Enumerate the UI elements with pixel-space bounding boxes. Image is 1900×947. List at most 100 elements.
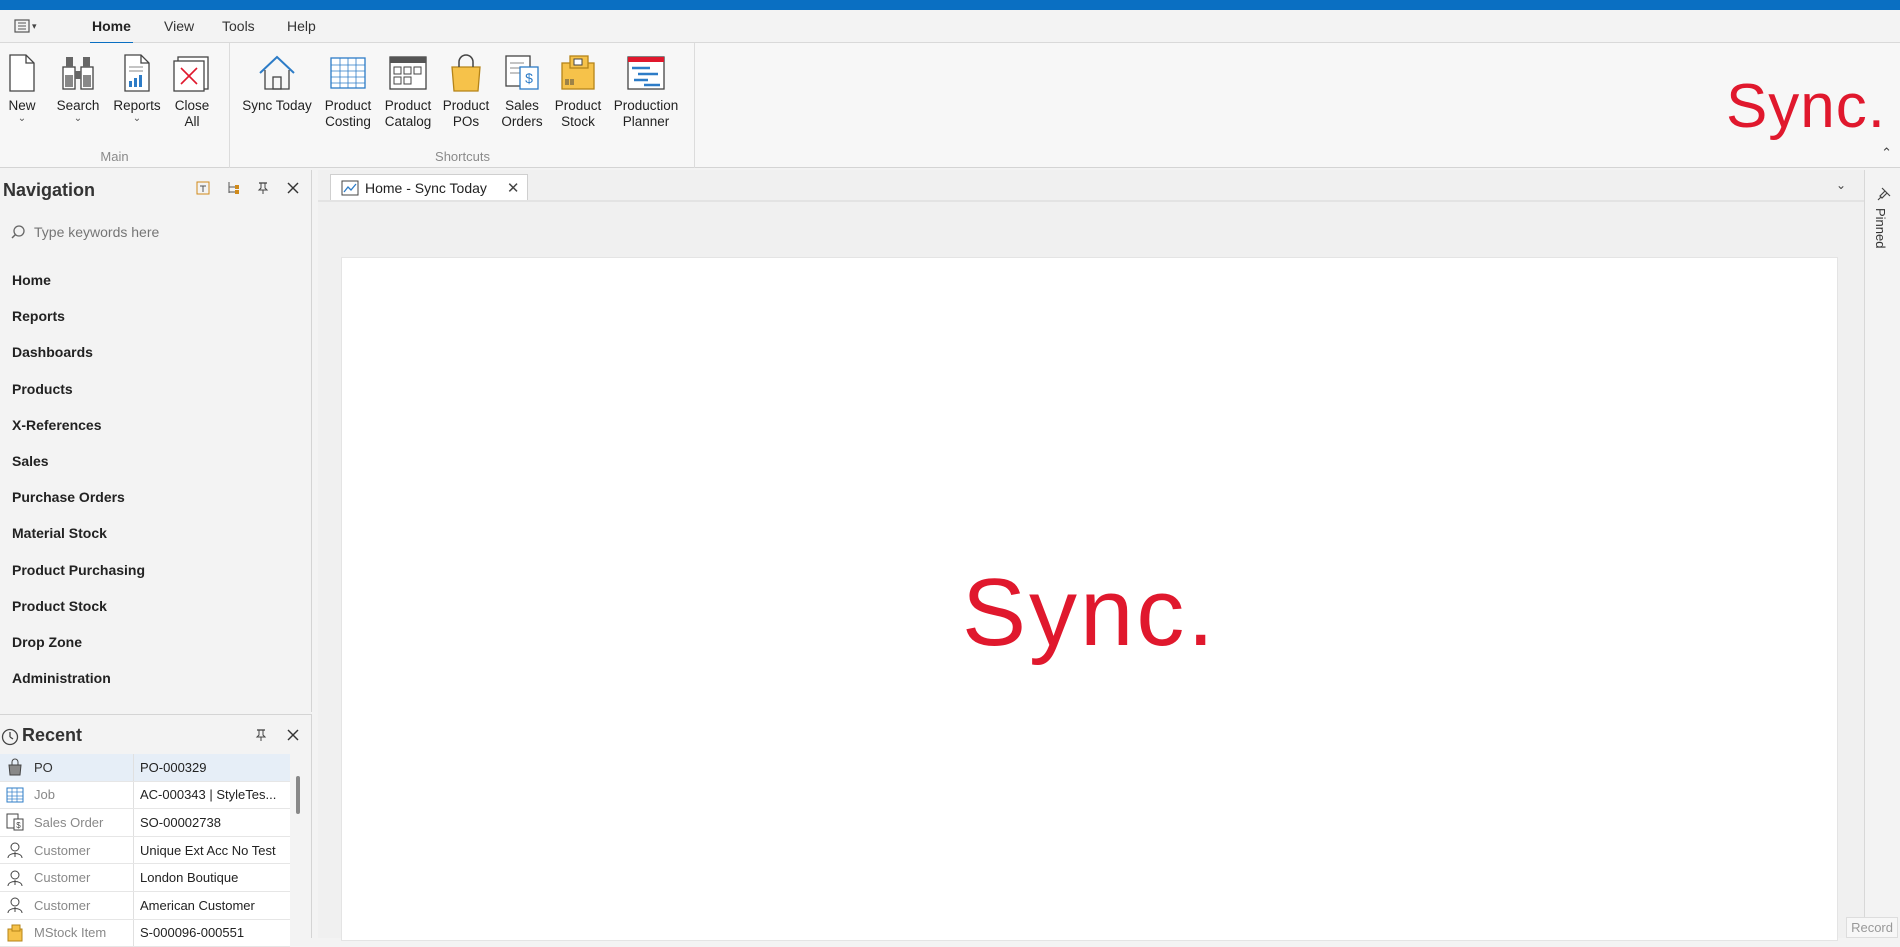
product-stock-label-1: Product <box>555 98 602 113</box>
close-all-icon <box>172 53 212 93</box>
table-row[interactable]: $ Sales Order SO-00002738 <box>0 809 290 837</box>
chevron-down-icon: ⌄ <box>54 114 102 124</box>
nav-item-home[interactable]: Home <box>12 262 145 298</box>
tabs-dropdown-button[interactable]: ⌄ <box>1836 178 1846 192</box>
production-planner-button[interactable]: Production Planner <box>611 53 681 130</box>
sales-orders-label-2: Orders <box>501 114 542 129</box>
recent-type: PO <box>30 754 134 781</box>
pin-icon[interactable] <box>1876 186 1892 202</box>
product-pos-button[interactable]: Product POs <box>441 53 491 130</box>
product-catalog-button[interactable]: Product Catalog <box>383 53 433 130</box>
recent-scrollbar[interactable] <box>296 776 300 814</box>
collapse-ribbon-button[interactable]: ⌃ <box>1881 145 1892 161</box>
recent-panel: Recent PO PO-000329 Job AC-000343 | Styl… <box>0 714 312 938</box>
sales-order-icon: $ <box>0 813 30 831</box>
tree-view-icon[interactable] <box>225 180 241 196</box>
production-planner-label-1: Production <box>614 98 679 113</box>
grid-icon <box>0 786 30 804</box>
close-icon[interactable]: ✕ <box>507 179 520 197</box>
bag-icon <box>0 758 30 776</box>
nav-item-material-stock[interactable]: Material Stock <box>12 515 145 551</box>
product-costing-button[interactable]: Product Costing <box>323 53 373 130</box>
search-button[interactable]: Search ⌄ <box>54 53 102 124</box>
nav-item-reports[interactable]: Reports <box>12 298 145 334</box>
recent-type: Job <box>30 782 134 809</box>
tab-view[interactable]: View <box>164 18 194 34</box>
recent-type: Customer <box>30 892 134 919</box>
navigation-list: Home Reports Dashboards Products X-Refer… <box>12 262 145 696</box>
sync-today-button[interactable]: Sync Today <box>241 53 313 114</box>
close-all-button[interactable]: Close All <box>172 53 212 130</box>
chevron-down-icon: ⌄ <box>1836 178 1846 192</box>
history-icon <box>0 727 20 747</box>
navigation-search-input[interactable] <box>34 224 284 240</box>
catalog-icon <box>388 53 428 93</box>
recent-tools <box>253 727 301 743</box>
sales-orders-button[interactable]: $ Sales Orders <box>499 53 545 130</box>
tab-tools[interactable]: Tools <box>222 18 255 34</box>
nav-item-x-references[interactable]: X-References <box>12 407 145 443</box>
customer-icon <box>0 869 30 887</box>
reports-button[interactable]: Reports ⌄ <box>110 53 164 124</box>
tab-help[interactable]: Help <box>287 18 316 34</box>
table-row[interactable]: PO PO-000329 <box>0 754 290 782</box>
sales-order-icon: $ <box>502 53 542 93</box>
navigation-panel: Navigation Home Reports Dashboards Produ… <box>0 170 312 712</box>
nav-item-purchase-orders[interactable]: Purchase Orders <box>12 479 145 515</box>
ribbon-group-shortcuts-label: Shortcuts <box>231 149 694 164</box>
navigation-tools <box>195 180 301 196</box>
navigation-search <box>10 220 300 244</box>
nav-item-drop-zone[interactable]: Drop Zone <box>12 624 145 660</box>
product-stock-button[interactable]: Product Stock <box>553 53 603 130</box>
recent-type: MStock Item <box>30 920 134 947</box>
list-menu-icon <box>14 18 30 34</box>
expand-all-icon[interactable] <box>195 180 211 196</box>
pinned-label[interactable]: Pinned <box>1873 208 1888 248</box>
product-pos-label-1: Product <box>443 98 490 113</box>
nav-item-dashboards[interactable]: Dashboards <box>12 334 145 370</box>
stock-boxes-icon <box>558 53 598 93</box>
table-row[interactable]: Job AC-000343 | StyleTes... <box>0 782 290 810</box>
reports-button-label: Reports <box>113 98 160 113</box>
new-button[interactable]: New ⌄ <box>6 53 38 124</box>
app-menu-button[interactable]: ▾ <box>14 16 42 36</box>
nav-item-products[interactable]: Products <box>12 371 145 407</box>
nav-item-administration[interactable]: Administration <box>12 660 145 696</box>
close-icon[interactable] <box>285 180 301 196</box>
search-button-label: Search <box>57 98 100 113</box>
nav-item-product-purchasing[interactable]: Product Purchasing <box>12 552 145 588</box>
window-title-bar <box>0 0 1900 10</box>
production-planner-label-2: Planner <box>623 114 670 129</box>
pin-icon[interactable] <box>255 180 271 196</box>
customer-icon <box>0 841 30 859</box>
close-all-label-1: Close <box>175 98 210 113</box>
menu-bar: ▾ Home View Tools Help <box>0 10 1900 43</box>
close-icon[interactable] <box>285 727 301 743</box>
table-row[interactable]: Customer London Boutique <box>0 864 290 892</box>
table-row[interactable]: Customer American Customer <box>0 892 290 920</box>
table-row[interactable]: MStock Item S-000096-000551 <box>0 920 290 947</box>
product-pos-label-2: POs <box>453 114 479 129</box>
chevron-down-icon: ⌄ <box>6 114 38 124</box>
center-brand-logo: Sync. <box>342 558 1837 668</box>
chevron-down-icon: ⌄ <box>110 114 164 124</box>
tab-title: Home - Sync Today <box>365 180 487 196</box>
stock-icon <box>0 924 30 942</box>
recent-type: Sales Order <box>30 809 134 836</box>
ribbon-group-shortcuts: Sync Today Product Costing Product Catal… <box>231 43 695 168</box>
nav-item-sales[interactable]: Sales <box>12 443 145 479</box>
chevron-up-icon: ⌃ <box>1881 145 1892 160</box>
product-catalog-label-1: Product <box>385 98 432 113</box>
recent-value: S-000096-000551 <box>134 925 284 940</box>
costing-grid-icon <box>328 53 368 93</box>
brand-logo: Sync. <box>1726 71 1886 142</box>
tab-home-sync-today[interactable]: Home - Sync Today ✕ <box>330 174 528 200</box>
svg-text:$: $ <box>525 70 533 86</box>
nav-item-product-stock[interactable]: Product Stock <box>12 588 145 624</box>
table-row[interactable]: Customer Unique Ext Acc No Test <box>0 837 290 865</box>
pin-icon[interactable] <box>253 727 269 743</box>
tab-home[interactable]: Home <box>92 18 131 34</box>
recent-title: Recent <box>22 725 82 746</box>
recent-type: Customer <box>30 837 134 864</box>
customer-icon <box>0 896 30 914</box>
